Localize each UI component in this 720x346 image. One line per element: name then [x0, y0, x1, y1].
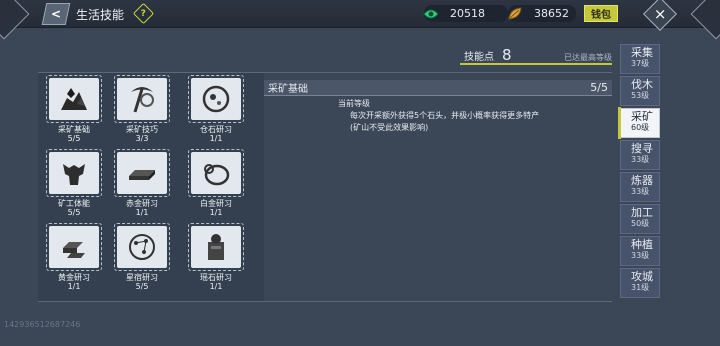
close-button[interactable]: × — [643, 0, 677, 31]
gold-leaf-icon — [506, 6, 524, 22]
muscle-icon — [46, 149, 102, 197]
jade-currency-icon — [422, 6, 440, 22]
gold-bars-icon — [46, 223, 102, 271]
skill-name: 采矿基础 — [58, 125, 90, 134]
corner-ornament-left — [0, 0, 30, 40]
tab-label: 种植 — [631, 238, 653, 251]
current-level-label: 当前等级 — [338, 99, 370, 108]
skill-tile-miner-stamina[interactable]: 矿工体能 5/5 — [38, 149, 110, 217]
skill-tile-gold[interactable]: 黄金研习 1/1 — [38, 223, 110, 291]
tab-planting[interactable]: 种植 33级 — [620, 236, 660, 266]
category-tabs: 采集 37级 伐木 53级 采矿 60级 搜寻 33级 炼器 33级 加工 50级 种植 33… — [618, 44, 660, 300]
skill-name: 赤金研习 — [126, 199, 158, 208]
skill-tile-yaoshi[interactable]: 瑶石研习 1/1 — [180, 223, 252, 291]
tab-mining[interactable]: 采矿 60级 — [618, 107, 660, 139]
skill-name: 仓石研习 — [200, 125, 232, 134]
skill-description: 每次开采额外获得5个石头，并极小概率获得更多特产(矿山不受此效果影响) — [350, 111, 540, 132]
back-button[interactable]: < — [41, 3, 71, 25]
skill-level: 5/5 — [135, 282, 149, 291]
detail-header: 采矿基础 5/5 — [264, 80, 612, 95]
wallet-button[interactable]: 钱包 — [584, 5, 618, 22]
skill-level: 1/1 — [209, 282, 223, 291]
tab-label: 搜寻 — [631, 142, 653, 155]
tab-level: 50级 — [631, 219, 650, 228]
tab-processing[interactable]: 加工 50级 — [620, 204, 660, 234]
detail-level: 5/5 — [590, 81, 608, 94]
tab-label: 攻城 — [631, 270, 653, 283]
tab-level: 37级 — [631, 59, 650, 68]
currency-gold: 38652 — [508, 5, 576, 22]
ore-icon — [46, 75, 102, 123]
detail-title: 采矿基础 — [268, 84, 308, 95]
skill-level: 1/1 — [209, 208, 223, 217]
tab-label: 加工 — [631, 206, 653, 219]
detail-divider — [264, 95, 612, 96]
close-icon: × — [653, 4, 667, 23]
skill-level: 1/1 — [67, 282, 81, 291]
tab-gathering[interactable]: 采集 37级 — [620, 44, 660, 74]
skill-name: 瑶石研习 — [200, 273, 232, 282]
skill-points-label: 技能点 — [464, 52, 494, 63]
skill-points: 技能点 8 — [464, 46, 512, 64]
tab-label: 采集 — [631, 46, 653, 59]
skill-tile-platinum[interactable]: 白金研习 1/1 — [180, 149, 252, 217]
page-title: 生活技能 — [76, 8, 125, 22]
skill-name: 星宿研习 — [126, 273, 158, 282]
max-level-text: 已达最高等级 — [564, 53, 612, 62]
tab-level: 53级 — [631, 91, 650, 100]
stone-disc-icon — [188, 75, 244, 123]
skill-points-value: 8 — [502, 46, 512, 64]
skill-name: 黄金研习 — [58, 273, 90, 282]
skill-tile-mining-basic[interactable]: 采矿基础 5/5 — [38, 75, 110, 143]
tab-siege[interactable]: 攻城 31级 — [620, 268, 660, 298]
currency-gold-value: 38652 — [534, 7, 569, 20]
tab-logging[interactable]: 伐木 53级 — [620, 76, 660, 106]
help-button[interactable]: ? — [132, 2, 155, 25]
tab-level: 33级 — [631, 155, 650, 164]
skill-level: 1/1 — [135, 208, 149, 217]
skill-name: 白金研习 — [200, 199, 232, 208]
skill-name: 矿工体能 — [58, 199, 90, 208]
user-id: 142936512687246 — [4, 320, 81, 329]
top-bar: < 生活技能 ? 20518 38652 钱包 × — [0, 0, 720, 40]
tab-searching[interactable]: 搜寻 33级 — [620, 140, 660, 170]
tab-level: 33级 — [631, 251, 650, 260]
constellation-icon — [114, 223, 170, 271]
skill-tile-constellation[interactable]: 星宿研习 5/5 — [106, 223, 178, 291]
skill-level: 5/5 — [67, 208, 81, 217]
tab-level: 33级 — [631, 187, 650, 196]
skill-name: 采矿技巧 — [126, 125, 158, 134]
tab-label: 伐木 — [631, 78, 653, 91]
skill-tile-cangshi[interactable]: 仓石研习 1/1 — [180, 75, 252, 143]
back-arrow-icon: < — [50, 7, 62, 21]
ingot-bar-icon — [114, 149, 170, 197]
tab-label: 采矿 — [631, 110, 653, 123]
tab-label: 炼器 — [631, 174, 653, 187]
tab-level: 60级 — [631, 123, 650, 132]
currency-jade-value: 20518 — [450, 7, 485, 20]
skill-level: 1/1 — [209, 134, 223, 143]
tab-refining[interactable]: 炼器 33级 — [620, 172, 660, 202]
skill-points-underline — [460, 63, 612, 65]
pickaxe-icon — [114, 75, 170, 123]
ring-icon — [188, 149, 244, 197]
jade-stone-icon — [188, 223, 244, 271]
help-icon: ? — [140, 8, 147, 19]
currency-jade: 20518 — [422, 5, 508, 22]
skill-tile-mining-technique[interactable]: 采矿技巧 3/3 — [106, 75, 178, 143]
tab-level: 31级 — [631, 283, 650, 292]
skill-tile-red-gold[interactable]: 赤金研习 1/1 — [106, 149, 178, 217]
corner-ornament-right — [690, 0, 720, 40]
skill-level: 3/3 — [135, 134, 149, 143]
skill-level: 5/5 — [67, 134, 81, 143]
